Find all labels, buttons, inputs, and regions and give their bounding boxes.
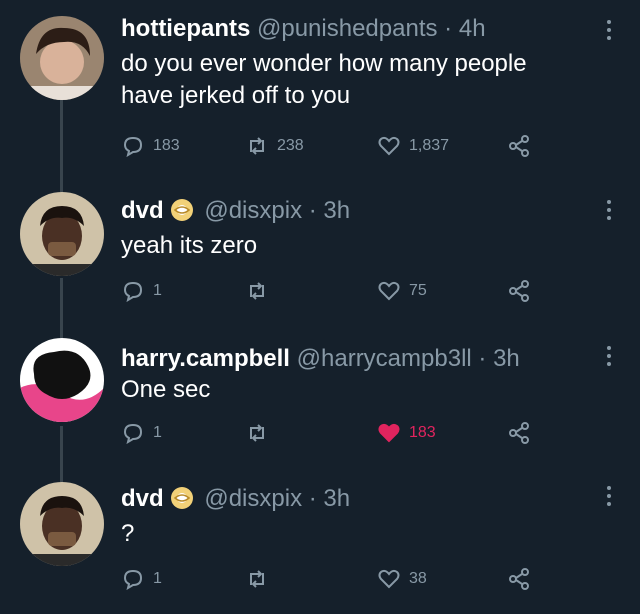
like-count: 183 <box>409 424 436 441</box>
like-button[interactable]: 1,837 <box>377 131 449 161</box>
timestamp[interactable]: 4h <box>459 15 486 42</box>
reply-button[interactable]: 183 <box>121 131 180 161</box>
heart-icon <box>378 423 400 443</box>
gold-badge-icon <box>170 487 193 509</box>
share-button[interactable] <box>507 418 531 448</box>
share-button[interactable] <box>507 131 531 161</box>
tweet-text-line: do you ever wonder how many people <box>121 50 527 77</box>
avatar[interactable] <box>20 16 104 100</box>
retweet-count: 238 <box>277 137 304 154</box>
tweet-text: do you ever wonder how many people have … <box>121 48 527 112</box>
tweet-text: One sec <box>121 374 210 406</box>
tweet-header: harry.campbell @harrycampb3ll · 3h <box>121 344 520 374</box>
reply-icon <box>123 569 143 591</box>
reply-count: 183 <box>153 137 180 154</box>
tweet-text-line: yeah its zero <box>121 232 258 259</box>
heart-icon <box>378 281 400 301</box>
user-handle[interactable]: @disxpix <box>204 197 302 224</box>
heart-icon <box>378 569 400 589</box>
share-button[interactable] <box>507 276 531 306</box>
retweet-icon <box>250 424 264 442</box>
separator: · <box>308 485 317 512</box>
retweet-icon <box>250 570 264 588</box>
display-name[interactable]: dvd <box>121 197 164 224</box>
avatar[interactable] <box>20 338 104 422</box>
gold-badge-icon <box>170 199 193 221</box>
display-name[interactable]: harry.campbell <box>121 345 290 372</box>
share-icon <box>509 135 529 157</box>
separator: · <box>444 15 453 42</box>
reply-button[interactable]: 1 <box>121 418 162 448</box>
display-name[interactable]: hottiepants <box>121 15 250 42</box>
tweet-header: dvd @disxpix · 3h <box>121 196 350 226</box>
more-options-icon[interactable] <box>606 20 612 44</box>
share-icon <box>509 422 529 444</box>
user-handle[interactable]: @harrycampb3ll <box>297 345 472 372</box>
tweet-text: yeah its zero <box>121 230 257 262</box>
tweet[interactable]: harry.campbell @harrycampb3ll · 3h One s… <box>0 330 640 476</box>
tweet-text-line: One sec <box>121 376 211 403</box>
like-button[interactable]: 38 <box>377 564 427 594</box>
tweet-text-line: ? <box>121 520 135 547</box>
tweet[interactable]: dvd @disxpix · 3h ? 1 38 <box>0 476 640 614</box>
like-button[interactable]: 75 <box>377 276 427 306</box>
tweet-text: ? <box>121 518 134 550</box>
action-bar: 1 75 <box>121 276 561 306</box>
display-name[interactable]: dvd <box>121 485 164 512</box>
heart-icon <box>378 136 400 156</box>
reply-button[interactable]: 1 <box>121 564 162 594</box>
share-icon <box>509 568 529 590</box>
tweet-header: dvd @disxpix · 3h <box>121 484 350 514</box>
retweet-icon <box>250 282 264 300</box>
action-bar: 1 38 <box>121 564 561 594</box>
tweet-text-line: have jerked off to you <box>121 82 351 109</box>
like-count: 1,837 <box>409 137 450 154</box>
reply-icon <box>123 281 143 303</box>
retweet-button[interactable] <box>245 564 277 594</box>
timestamp[interactable]: 3h <box>323 197 350 224</box>
tweet[interactable]: hottiepants @punishedpants · 4h do you e… <box>0 0 640 180</box>
retweet-icon <box>250 137 264 155</box>
reply-count: 1 <box>153 570 162 587</box>
tweet-header: hottiepants @punishedpants · 4h <box>121 14 486 44</box>
avatar[interactable] <box>20 192 104 276</box>
user-handle[interactable]: @disxpix <box>204 485 302 512</box>
share-icon <box>509 280 529 302</box>
reply-icon <box>123 423 143 445</box>
reply-count: 1 <box>153 282 162 299</box>
more-options-icon[interactable] <box>606 486 612 510</box>
reply-icon <box>123 136 143 158</box>
more-options-icon[interactable] <box>606 346 612 370</box>
reply-button[interactable]: 1 <box>121 276 162 306</box>
user-handle[interactable]: @punishedpants <box>257 15 438 42</box>
separator: · <box>478 345 487 372</box>
action-bar: 1 183 <box>121 418 561 448</box>
timestamp[interactable]: 3h <box>323 485 350 512</box>
more-options-icon[interactable] <box>606 200 612 224</box>
timestamp[interactable]: 3h <box>493 345 520 372</box>
retweet-button[interactable] <box>245 418 277 448</box>
avatar[interactable] <box>20 482 104 566</box>
reply-count: 1 <box>153 424 162 441</box>
action-bar: 183 238 1,837 <box>121 131 561 161</box>
retweet-button[interactable] <box>245 276 277 306</box>
like-count: 38 <box>409 570 427 587</box>
retweet-button[interactable]: 238 <box>245 131 304 161</box>
like-button[interactable]: 183 <box>377 418 436 448</box>
like-count: 75 <box>409 282 427 299</box>
share-button[interactable] <box>507 564 531 594</box>
separator: · <box>308 197 317 224</box>
tweet[interactable]: dvd @disxpix · 3h yeah its zero 1 75 <box>0 180 640 330</box>
